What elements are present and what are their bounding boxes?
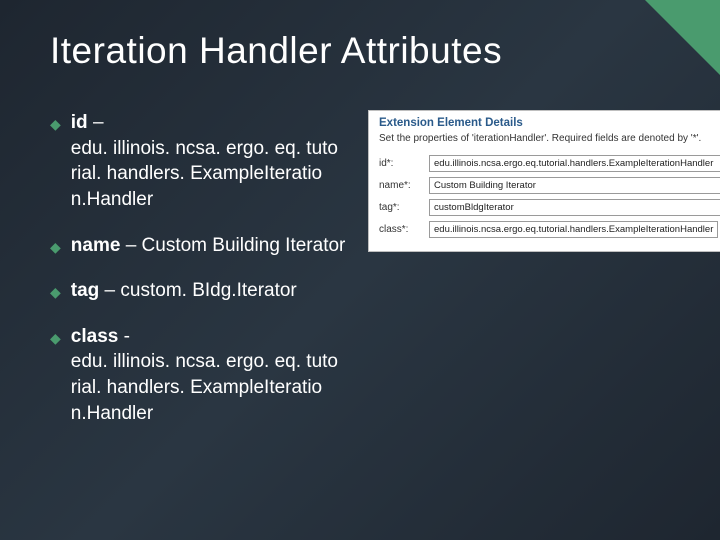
bullet-label: tag	[71, 280, 100, 301]
bullet-text: tag – custom. BIdg.Iterator	[71, 278, 297, 304]
bullet-text: id – edu. illinois. ncsa. ergo. eq. tuto…	[71, 110, 350, 213]
bullet-item-name: ◆ name – Custom Building Iterator	[50, 233, 350, 259]
bullet-icon: ◆	[50, 329, 61, 348]
bullet-item-tag: ◆ tag – custom. BIdg.Iterator	[50, 278, 350, 304]
field-input-id[interactable]: edu.illinois.ncsa.ergo.eq.tutorial.handl…	[429, 155, 720, 172]
bullet-text: class - edu. illinois. ncsa. ergo. eq. t…	[71, 324, 350, 427]
bullet-icon: ◆	[50, 115, 61, 134]
bullet-text: name – Custom Building Iterator	[71, 233, 346, 259]
bullet-list: ◆ id – edu. illinois. ncsa. ergo. eq. tu…	[50, 110, 350, 446]
bullet-sep: –	[88, 112, 104, 133]
panel-row-class: class*: edu.illinois.ncsa.ergo.eq.tutori…	[379, 221, 720, 238]
panel-description: Set the properties of 'iterationHandler'…	[379, 132, 720, 145]
field-label-id: id*:	[379, 158, 423, 169]
field-input-name[interactable]: Custom Building Iterator	[429, 177, 720, 194]
bullet-label: name	[71, 235, 121, 256]
bullet-item-class: ◆ class - edu. illinois. ncsa. ergo. eq.…	[50, 324, 350, 427]
bullet-label: class	[71, 326, 119, 347]
bullet-value: edu. illinois. ncsa. ergo. eq. tuto rial…	[71, 351, 338, 423]
field-label-tag: tag*:	[379, 202, 423, 213]
corner-accent	[645, 0, 720, 75]
bullet-sep: -	[118, 326, 130, 347]
content-row: ◆ id – edu. illinois. ncsa. ergo. eq. tu…	[50, 110, 680, 446]
slide-content: Iteration Handler Attributes ◆ id – edu.…	[0, 0, 720, 476]
slide-title: Iteration Handler Attributes	[50, 30, 680, 72]
bullet-label: id	[71, 112, 88, 133]
panel-row-id: id*: edu.illinois.ncsa.ergo.eq.tutorial.…	[379, 155, 720, 172]
panel-row-tag: tag*: customBldgIterator	[379, 199, 720, 216]
bullet-icon: ◆	[50, 283, 61, 302]
panel-row-name: name*: Custom Building Iterator	[379, 177, 720, 194]
bullet-icon: ◆	[50, 238, 61, 257]
bullet-sep: –	[120, 235, 141, 256]
panel-heading: Extension Element Details	[379, 117, 720, 129]
field-input-class[interactable]: edu.illinois.ncsa.ergo.eq.tutorial.handl…	[429, 221, 718, 238]
field-input-tag[interactable]: customBldgIterator	[429, 199, 720, 216]
bullet-sep: –	[99, 280, 120, 301]
field-label-class: class*:	[379, 224, 423, 235]
bullet-value: custom. BIdg.Iterator	[120, 280, 296, 301]
bullet-value: Custom Building Iterator	[142, 235, 346, 256]
field-label-name: name*:	[379, 180, 423, 191]
properties-panel: Extension Element Details Set the proper…	[368, 110, 720, 252]
bullet-value: edu. illinois. ncsa. ergo. eq. tuto rial…	[71, 138, 338, 210]
bullet-item-id: ◆ id – edu. illinois. ncsa. ergo. eq. tu…	[50, 110, 350, 213]
